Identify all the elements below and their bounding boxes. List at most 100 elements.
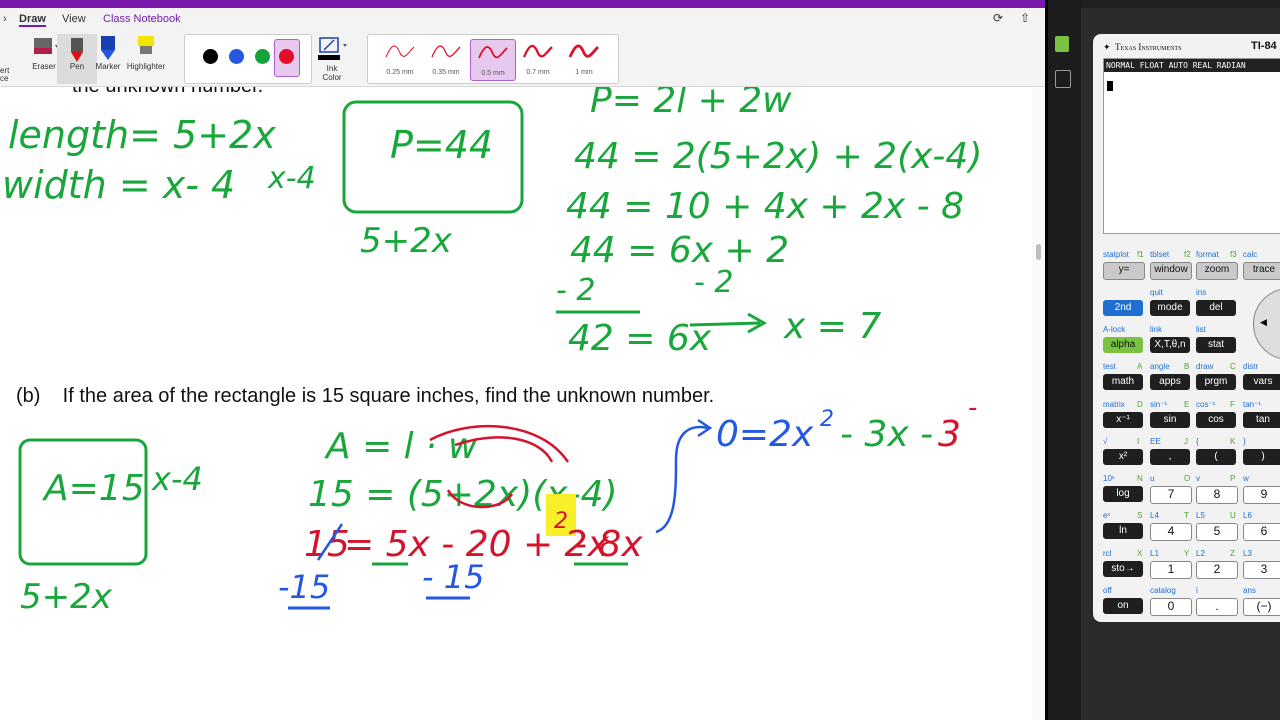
calc-key[interactable]: 5 xyxy=(1196,523,1238,541)
calc-key-alpha-label: J xyxy=(1184,437,1188,446)
calc-key-alpha-label: S xyxy=(1137,511,1143,520)
result-b-exponent: 2 xyxy=(820,407,834,432)
calc-key[interactable]: zoom xyxy=(1196,262,1238,280)
area-formula: A = l · w xyxy=(324,426,478,467)
calc-key[interactable]: ( xyxy=(1196,449,1236,465)
calc-key[interactable]: x² xyxy=(1103,449,1143,465)
pen-size-1[interactable]: 1 mm xyxy=(562,39,606,79)
pen-size-025[interactable]: 0.25 mm xyxy=(378,39,422,79)
calc-key[interactable]: 1 xyxy=(1150,561,1192,579)
equation-a-3: 44 = 10 + 4x + 2x - 8 xyxy=(566,186,964,227)
calc-key[interactable]: 6 xyxy=(1243,523,1280,541)
calc-key-second-label: link xyxy=(1150,325,1163,334)
ink-color-button[interactable]: Ink Color xyxy=(312,34,352,84)
color-swatch-black[interactable] xyxy=(203,49,218,64)
calc-key-second-label: sin⁻¹ xyxy=(1150,400,1168,409)
calc-key[interactable]: x⁻¹ xyxy=(1103,412,1143,428)
share-icon[interactable]: ⇧ xyxy=(1020,11,1030,25)
menu-cut-item[interactable]: › xyxy=(3,13,7,25)
calc-key-alpha-label: P xyxy=(1230,474,1236,483)
calc-key[interactable]: apps xyxy=(1150,374,1190,390)
calc-key[interactable]: del xyxy=(1196,300,1236,316)
calc-key[interactable]: math xyxy=(1103,374,1143,390)
calc-key[interactable]: 9 xyxy=(1243,486,1280,504)
calc-key[interactable]: prgm xyxy=(1196,374,1236,390)
calc-key[interactable]: sin xyxy=(1150,412,1190,428)
calc-key[interactable]: stat xyxy=(1196,337,1236,353)
calc-key[interactable]: on xyxy=(1103,598,1143,614)
calc-key[interactable]: alpha xyxy=(1103,337,1143,353)
calc-key[interactable]: mode xyxy=(1150,300,1190,316)
pen-stroke-thick-icon xyxy=(522,44,553,58)
calc-key[interactable]: 7 xyxy=(1150,486,1192,504)
calc-key-alpha-label: f1 xyxy=(1137,250,1144,259)
calc-key-second-label: rcl xyxy=(1103,549,1112,558)
rect-b-bottom-label: 5+2x xyxy=(20,577,113,617)
pen-size-label: 0.5 mm xyxy=(481,70,505,77)
calc-key[interactable]: vars xyxy=(1243,374,1280,390)
calculator-model: TI-84 xyxy=(1251,40,1277,52)
perimeter-label: P=44 xyxy=(390,123,493,167)
calc-key[interactable]: ) xyxy=(1243,449,1280,465)
calc-key[interactable]: (−) xyxy=(1243,598,1280,616)
calc-key[interactable]: . xyxy=(1196,598,1238,616)
sync-icon[interactable]: ⟳ xyxy=(993,11,1003,25)
calculator-screen[interactable]: NORMAL FLOAT AUTO REAL RADIAN xyxy=(1103,58,1280,234)
calc-key-second-label: tblset xyxy=(1150,250,1170,259)
ti84-calculator: ✦ Texas Instruments TI-84 NORMAL FLOAT A… xyxy=(1093,34,1280,622)
tab-draw[interactable]: Draw xyxy=(19,13,46,27)
calc-key[interactable]: log xyxy=(1103,486,1143,502)
calc-key[interactable]: , xyxy=(1150,449,1190,465)
problem-b-text: (b) If the area of the rectangle is 15 s… xyxy=(16,385,714,407)
color-label: Color xyxy=(322,73,342,82)
color-swatch-green[interactable] xyxy=(255,49,270,64)
calc-key[interactable]: 8 xyxy=(1196,486,1238,504)
calc-key[interactable]: sto→ xyxy=(1103,561,1143,577)
calc-key[interactable]: trace xyxy=(1243,262,1280,280)
calc-key[interactable]: 2 xyxy=(1196,561,1238,579)
scrollbar-thumb[interactable] xyxy=(1036,244,1041,260)
calc-key-second-label: L3 xyxy=(1243,549,1252,558)
calc-key[interactable]: y= xyxy=(1103,262,1145,280)
calc-key-second-label: L1 xyxy=(1150,549,1159,558)
calc-key[interactable]: window xyxy=(1150,262,1192,280)
calc-key-alpha-label: B xyxy=(1184,362,1190,371)
calc-key[interactable]: X,T,θ,n xyxy=(1150,337,1190,353)
note-canvas[interactable]: the unknown number. (b) If the area of t… xyxy=(0,87,1032,720)
pen-size-035[interactable]: 0.35 mm xyxy=(424,39,468,79)
subtract-15-right: - 15 xyxy=(422,558,484,596)
equation-a-4: 44 = 6x + 2 xyxy=(570,230,789,271)
calc-key[interactable]: 2nd xyxy=(1103,300,1143,316)
calc-key-alpha-label: Y xyxy=(1184,549,1190,558)
calc-key-second-label: √ xyxy=(1103,437,1108,446)
handwriting-layer: the unknown number. (b) If the area of t… xyxy=(2,87,982,617)
ti-logo-icon: ✦ xyxy=(1103,42,1111,52)
calc-key[interactable]: 4 xyxy=(1150,523,1192,541)
color-swatch-red[interactable] xyxy=(279,49,294,64)
calc-key[interactable]: 0 xyxy=(1150,598,1192,616)
tab-view[interactable]: View xyxy=(62,13,86,25)
draw-ribbon: ert ce Eraser Pen Marker Highlighter Ink… xyxy=(0,32,1045,87)
vertical-scrollbar[interactable] xyxy=(1032,87,1045,720)
calculator-tab-icon[interactable] xyxy=(1055,36,1069,52)
subtract-left: - 2 xyxy=(556,273,595,308)
highlighter-tool[interactable]: Highlighter xyxy=(126,32,166,71)
documents-tab-icon[interactable] xyxy=(1055,70,1071,88)
calc-key-second-label: ans xyxy=(1243,586,1256,595)
subtract-15-left: -15 xyxy=(278,568,330,606)
calc-key[interactable]: cos xyxy=(1196,412,1236,428)
arrow-pad[interactable]: ◀ xyxy=(1253,288,1280,360)
calc-key[interactable]: ln xyxy=(1103,523,1143,539)
arrow-a xyxy=(689,321,761,327)
pen-size-07[interactable]: 0.7 mm xyxy=(516,39,560,79)
pen-stroke-thin-icon xyxy=(431,45,461,58)
calc-key[interactable]: 3 xyxy=(1243,561,1280,579)
answer-a: x = 7 xyxy=(783,306,881,347)
pen-size-05[interactable]: 0.5 mm xyxy=(470,39,516,81)
left-arrow-icon[interactable]: ◀ xyxy=(1260,317,1267,328)
tab-class-notebook[interactable]: Class Notebook xyxy=(103,13,181,25)
calc-key-second-label: draw xyxy=(1196,362,1214,371)
calc-key[interactable]: tan xyxy=(1243,412,1280,428)
color-swatch-blue[interactable] xyxy=(229,49,244,64)
marker-tool[interactable]: Marker xyxy=(88,32,128,71)
